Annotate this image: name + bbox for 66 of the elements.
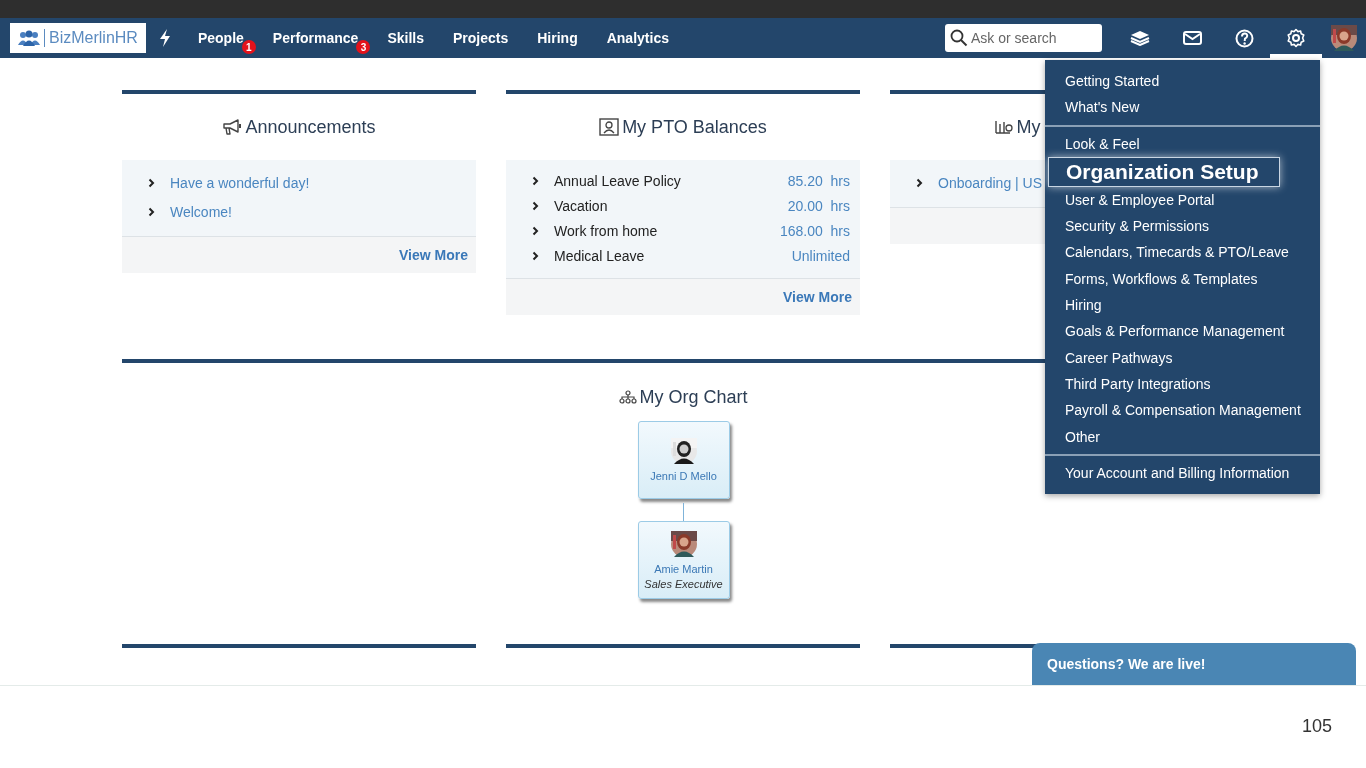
megaphone-icon (222, 119, 243, 135)
chevron-icon (148, 206, 155, 217)
nav-link[interactable]: Hiring (537, 30, 578, 46)
view-more-link[interactable]: View More (783, 289, 852, 305)
view-more-link[interactable]: View More (399, 247, 468, 263)
chat-tab[interactable]: Questions? We are live! (1032, 643, 1356, 685)
chevron-icon (916, 177, 923, 188)
balance-value: 168.00 hrs (779, 222, 850, 239)
menu-item[interactable]: Goals & Performance Management (1045, 318, 1320, 345)
balance-value: Unlimited (791, 247, 850, 264)
card-title: Announcements (245, 116, 376, 138)
org-node[interactable]: Amie Martin Sales Executive (637, 521, 730, 599)
menu-item[interactable]: Security & Permissions (1045, 213, 1320, 240)
connector-line (683, 503, 684, 521)
menu-item[interactable]: Organization Setup (1048, 156, 1280, 187)
section-title: My Org Chart (639, 386, 748, 408)
chevron-icon (148, 177, 155, 188)
logo-text: BizMerlinHR (49, 29, 138, 47)
search-field[interactable]: Ask or search (945, 24, 1102, 52)
employee-name: Amie Martin (654, 562, 713, 575)
item-link[interactable]: Welcome! (170, 203, 232, 220)
menu-item[interactable]: Hiring (1045, 292, 1320, 319)
menu-item[interactable]: Career Pathways (1045, 344, 1320, 371)
page-number: 105 (1301, 716, 1332, 737)
balance-value: 85.20 hrs (787, 172, 850, 189)
nav-link[interactable]: Skills (387, 30, 424, 46)
menu-item[interactable]: Third Party Integrations (1045, 370, 1320, 398)
job-title: Sales Executive (644, 577, 723, 590)
leave-type: Vacation (554, 197, 608, 214)
layers-icon[interactable] (1130, 30, 1150, 46)
chevron-icon (532, 200, 539, 211)
leave-type: Medical Leave (554, 247, 645, 264)
org-chart-icon (619, 390, 638, 404)
help-icon[interactable] (1234, 28, 1254, 48)
leave-type: Work from home (554, 222, 658, 239)
menu-item[interactable]: Other (1045, 423, 1320, 450)
item-link[interactable]: Have a wonderful day! (170, 174, 310, 191)
people-icon (18, 30, 40, 46)
menu-item[interactable]: Forms, Workflows & Templates (1045, 265, 1320, 293)
chevron-icon (532, 250, 539, 261)
card-title: My (1016, 116, 1041, 138)
balance-value: 20.00 hrs (787, 197, 850, 214)
menu-item[interactable]: Calendars, Timecards & PTO/Leave (1045, 239, 1320, 266)
menu-item[interactable]: Getting Started (1045, 68, 1320, 95)
employee-name: Jenni D Mello (650, 470, 717, 482)
settings-icon[interactable] (1286, 28, 1306, 48)
leave-type: Annual Leave Policy (554, 172, 681, 189)
mail-icon[interactable] (1182, 31, 1202, 45)
nav-link[interactable]: Analytics (606, 30, 669, 46)
chevron-icon (532, 225, 539, 236)
menu-item[interactable]: Payroll & Compensation Management (1045, 397, 1320, 424)
nav-link[interactable]: People (197, 30, 244, 46)
org-node[interactable]: Jenni D Mello (637, 421, 730, 499)
menu-item[interactable]: Your Account and Billing Information (1045, 459, 1320, 487)
item-link[interactable]: Onboarding | US (938, 174, 1043, 191)
count-badge: 3 (356, 40, 371, 54)
chevron-icon (532, 175, 539, 186)
id-badge-icon (599, 118, 620, 136)
card-title: My PTO Balances (622, 116, 767, 138)
nav-link[interactable]: Performance (272, 30, 359, 46)
menu-item[interactable]: What's New (1045, 94, 1320, 121)
logo[interactable]: BizMerlinHR (10, 23, 146, 53)
menu-item[interactable]: User & Employee Portal (1045, 186, 1320, 214)
menu-item[interactable]: Look & Feel (1045, 130, 1320, 157)
nav-link[interactable]: Projects (453, 30, 509, 46)
lightning-icon[interactable] (157, 29, 172, 47)
